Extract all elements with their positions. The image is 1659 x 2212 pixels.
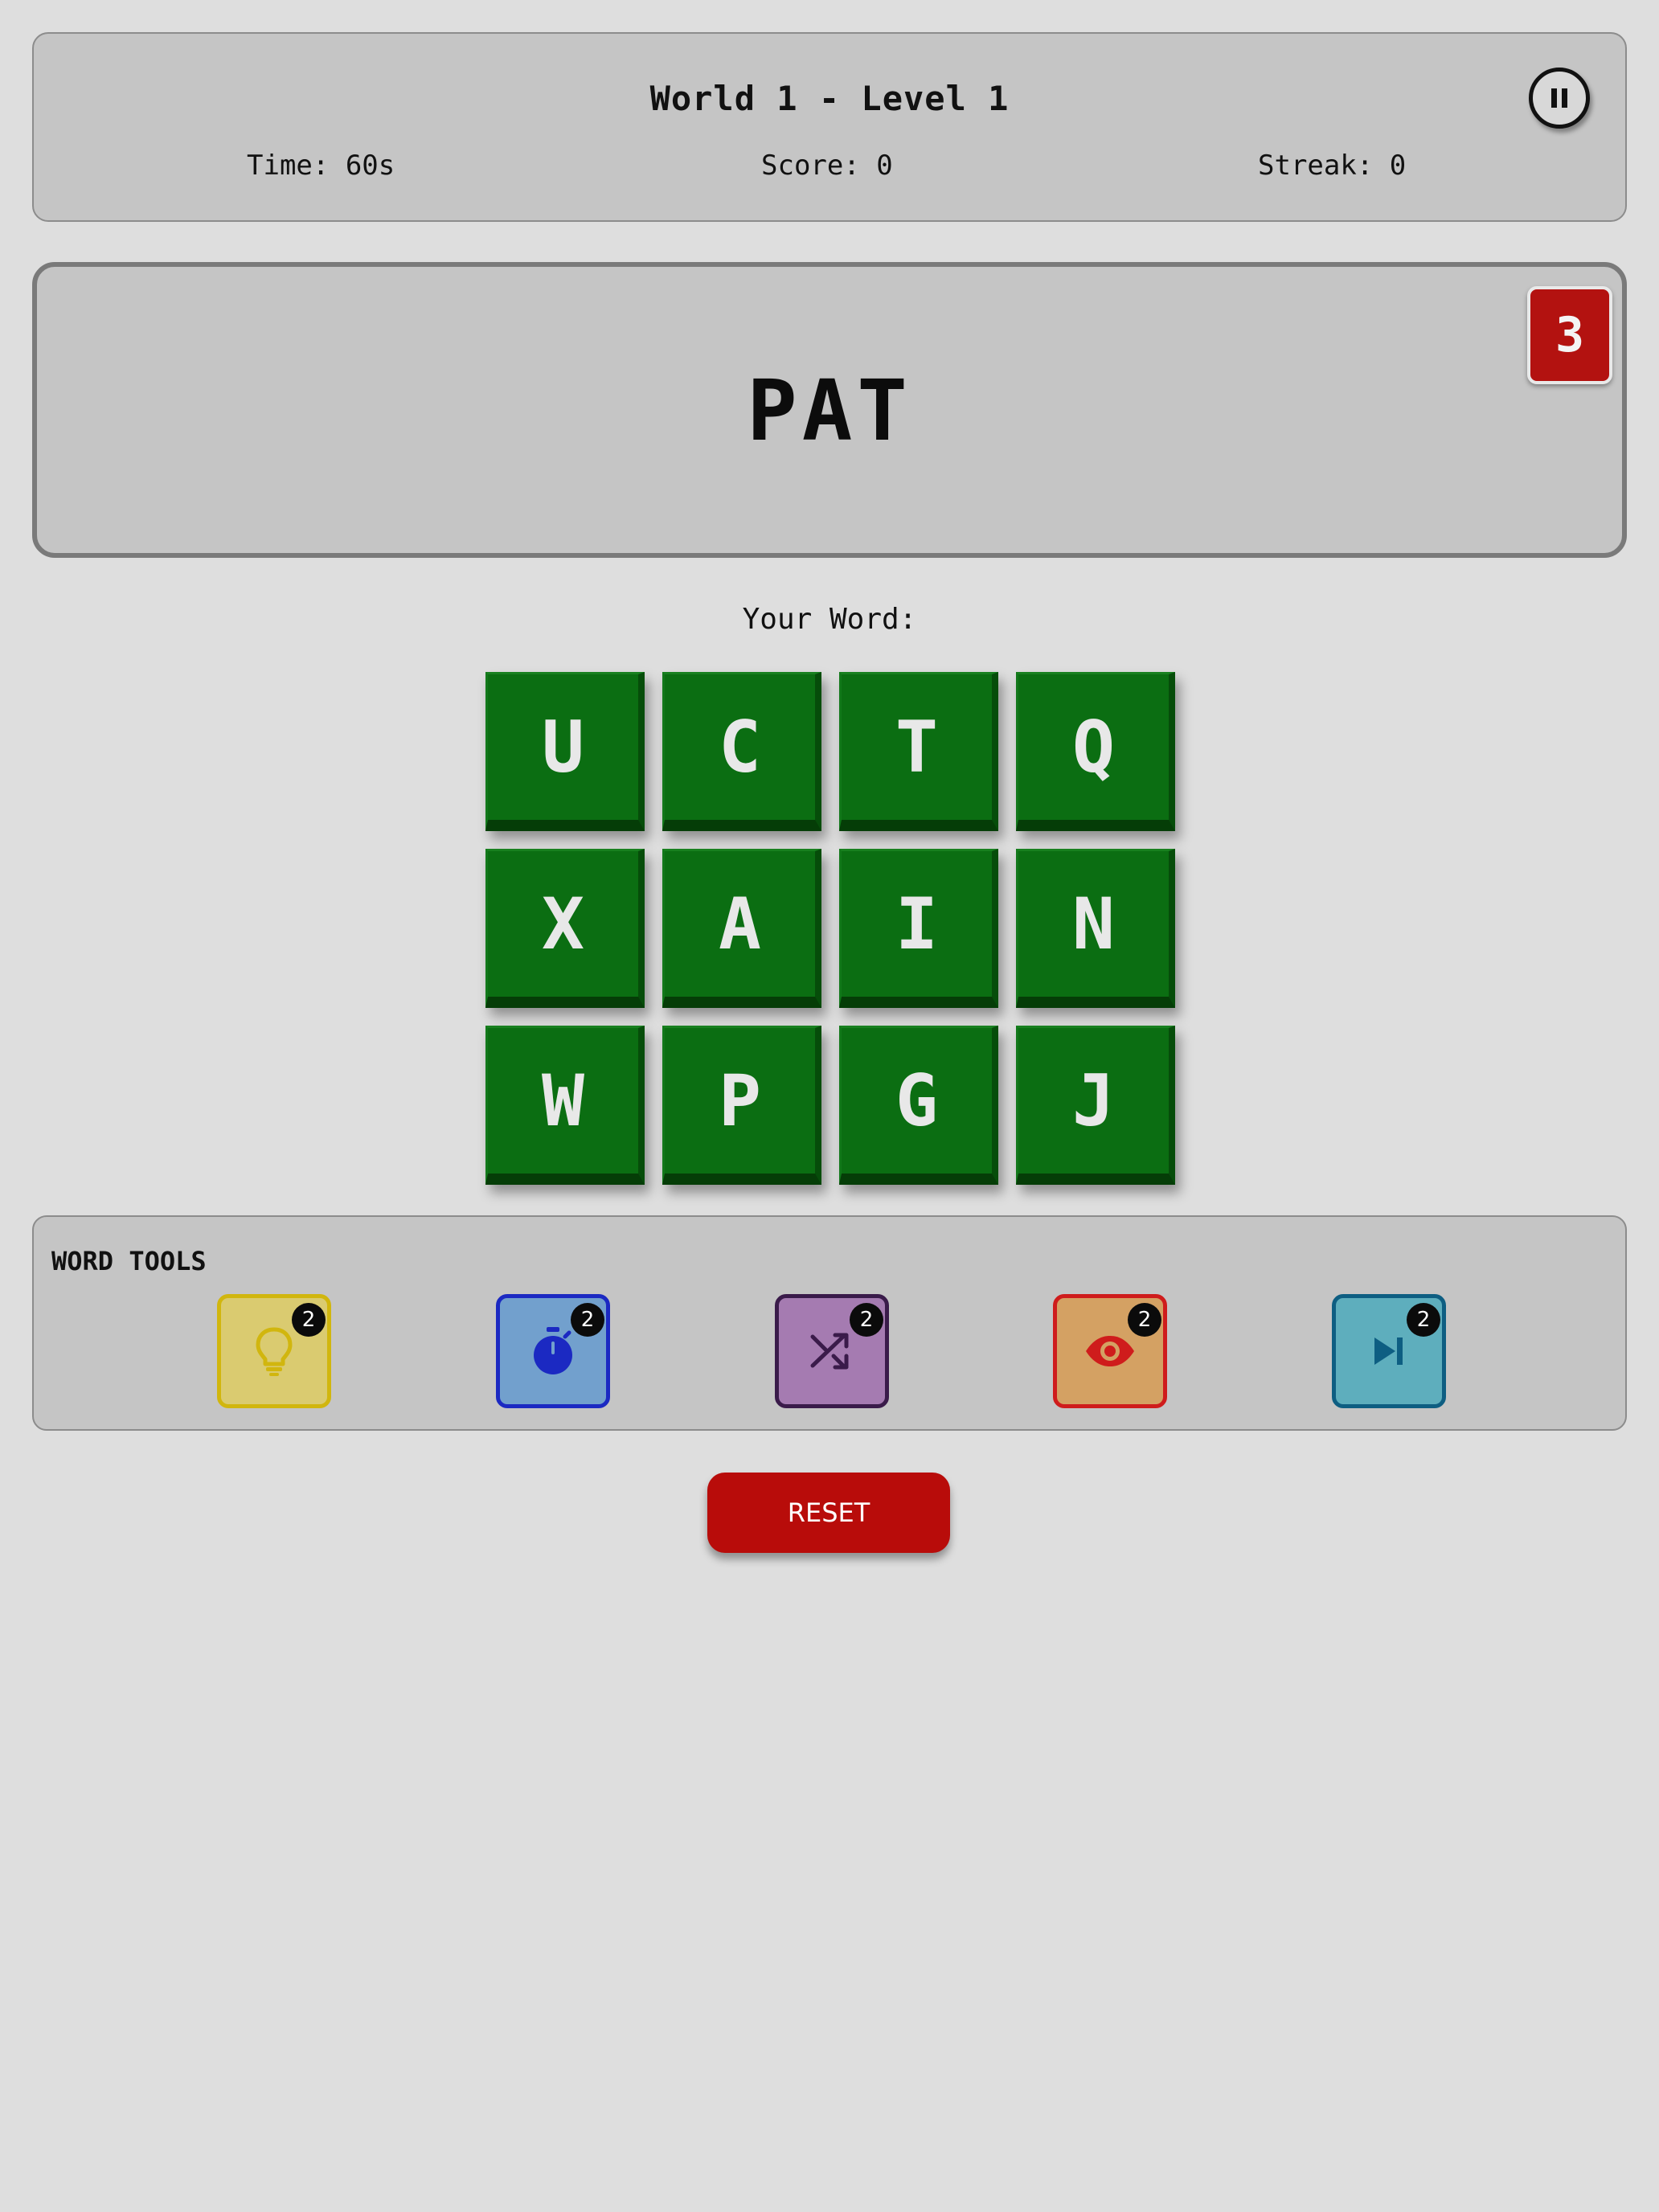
letter-tile[interactable]: P — [662, 1026, 821, 1185]
time-display: Time: 60s — [247, 150, 395, 182]
letter-tile[interactable]: Q — [1016, 672, 1175, 831]
letter-tile[interactable]: G — [839, 1026, 998, 1185]
lightbulb-icon — [256, 1327, 293, 1376]
level-title: World 1 - Level 1 — [649, 79, 1010, 118]
stopwatch-icon — [534, 1327, 572, 1374]
letter-tile[interactable]: T — [839, 672, 998, 831]
tool-count-badge: 2 — [292, 1303, 326, 1337]
letter-tile[interactable]: I — [839, 849, 998, 1008]
letter-grid: U C T Q X A I N W P G J — [485, 672, 1175, 1185]
letter-tile[interactable]: C — [662, 672, 821, 831]
tool-count-badge: 2 — [571, 1303, 604, 1337]
your-word-label: Your Word: — [742, 603, 917, 636]
tool-count-badge: 2 — [1407, 1303, 1440, 1337]
target-word: PAT — [747, 362, 912, 460]
shuffle-icon — [810, 1333, 849, 1370]
skip-tool-button[interactable]: 2 — [1332, 1294, 1446, 1408]
tool-count-badge: 2 — [850, 1303, 883, 1337]
word-count-badge: 3 — [1527, 286, 1612, 384]
game-header: World 1 - Level 1 Time: 60s Score: 0 Str… — [32, 32, 1627, 222]
skip-next-icon — [1374, 1337, 1403, 1365]
time-tool-button[interactable]: 2 — [496, 1294, 610, 1408]
letter-tile[interactable]: X — [485, 849, 645, 1008]
letter-tile[interactable]: U — [485, 672, 645, 831]
pause-icon — [1551, 88, 1567, 108]
letter-tile[interactable]: W — [485, 1026, 645, 1185]
letter-tile[interactable]: N — [1016, 849, 1175, 1008]
target-word-panel: PAT 3 — [32, 262, 1627, 558]
pause-button[interactable] — [1529, 68, 1590, 129]
tool-count-badge: 2 — [1128, 1303, 1161, 1337]
eye-icon — [1086, 1336, 1134, 1366]
score-display: Score: 0 — [761, 150, 893, 182]
streak-display: Streak: 0 — [1258, 150, 1407, 182]
letter-tile[interactable]: A — [662, 849, 821, 1008]
word-tools-title: WORD TOOLS — [51, 1246, 207, 1276]
letter-tile[interactable]: J — [1016, 1026, 1175, 1185]
hint-tool-button[interactable]: 2 — [217, 1294, 331, 1408]
reset-button[interactable]: RESET — [707, 1473, 950, 1553]
reveal-tool-button[interactable]: 2 — [1053, 1294, 1167, 1408]
shuffle-tool-button[interactable]: 2 — [775, 1294, 889, 1408]
word-tools-panel: WORD TOOLS 2 2 2 2 2 — [32, 1215, 1627, 1431]
